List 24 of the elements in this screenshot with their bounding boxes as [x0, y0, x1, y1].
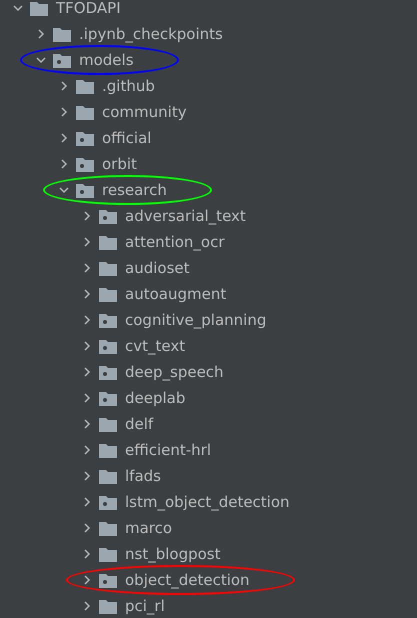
folder-name[interactable]: delf — [125, 415, 154, 433]
folder-name[interactable]: marco — [125, 519, 172, 537]
folder-name[interactable]: cvt_text — [125, 337, 186, 355]
folder-name[interactable]: adversarial_text — [125, 207, 246, 225]
folder-name[interactable]: deep_speech — [125, 363, 224, 381]
folder-name[interactable]: community — [102, 103, 187, 121]
folder-name[interactable]: research — [102, 181, 167, 199]
folder-name[interactable]: pci_rl — [125, 597, 165, 615]
folder-name[interactable]: object_detection — [125, 571, 250, 589]
folder-name[interactable]: cognitive_planning — [125, 311, 266, 329]
folder-name[interactable]: autoaugment — [125, 285, 226, 303]
folder-name[interactable]: audioset — [125, 259, 190, 277]
folder-name[interactable]: deeplab — [125, 389, 186, 407]
folder-name[interactable]: lfads — [125, 467, 161, 485]
folder-name[interactable]: TFODAPI — [56, 0, 121, 17]
folder-name[interactable]: .ipynb_checkpoints — [79, 25, 223, 43]
folder-name[interactable]: models — [79, 51, 134, 69]
folder-name[interactable]: official — [102, 129, 152, 147]
folder-name[interactable]: efficient-hrl — [125, 441, 212, 459]
folder-name[interactable]: lstm_object_detection — [125, 493, 290, 511]
folder-name[interactable]: orbit — [102, 155, 137, 173]
folder-name[interactable]: nst_blogpost — [125, 545, 220, 563]
folder-name[interactable]: .github — [102, 77, 155, 95]
folder-name[interactable]: attention_ocr — [125, 233, 225, 251]
